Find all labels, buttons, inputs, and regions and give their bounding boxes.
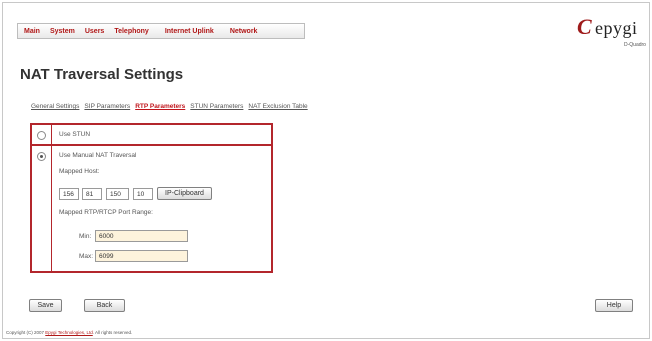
tab-general-settings[interactable]: General Settings [31,103,79,110]
radio-column [32,125,52,144]
port-max-input[interactable] [95,250,188,262]
help-button[interactable]: Help [595,299,633,312]
epygi-logo: C epygi D-Quadro [575,8,652,48]
tab-nat-exclusion-table[interactable]: NAT Exclusion Table [248,103,307,110]
mapped-host-label: Mapped Host: [59,168,100,175]
manual-nat-label: Use Manual NAT Traversal [59,152,137,159]
use-manual-nat-radio[interactable] [37,152,46,161]
use-stun-panel: Use STUN [30,123,273,146]
menu-item-main[interactable]: Main [24,28,40,35]
min-label: Min: [79,233,92,240]
settings-tabs: General Settings SIP Parameters RTP Para… [31,103,308,110]
max-label: Max: [79,253,94,260]
tab-sip-parameters[interactable]: SIP Parameters [84,103,130,110]
logo-tagline: D-Quadro [624,42,646,48]
menu-item-users[interactable]: Users [85,28,104,35]
page-title: NAT Traversal Settings [20,66,184,83]
tab-rtp-parameters[interactable]: RTP Parameters [135,103,185,110]
menu-item-internet-uplink[interactable]: Internet Uplink [165,28,214,35]
logo-swoosh-icon: C [577,14,592,39]
ip-clipboard-button[interactable]: IP-Clipboard [157,187,212,200]
menu-item-telephony[interactable]: Telephony [114,28,148,35]
copyright-prefix: Copyright (C) 2007 [6,330,45,335]
company-link[interactable]: Epygi Technologies, Ltd [45,330,92,335]
mapped-host-octet-1[interactable] [59,188,79,200]
mapped-host-octet-4[interactable] [133,188,153,200]
menu-item-system[interactable]: System [50,28,75,35]
tab-stun-parameters[interactable]: STUN Parameters [190,103,243,110]
radio-column [32,146,52,271]
save-button[interactable]: Save [29,299,62,312]
port-min-input[interactable] [95,230,188,242]
mapped-host-octet-2[interactable] [82,188,102,200]
copyright-suffix: . All rights reserved. [92,330,133,335]
use-stun-label: Use STUN [59,131,91,138]
menu-item-network[interactable]: Network [230,28,258,35]
mapped-host-octet-3[interactable] [106,188,129,200]
main-menu-bar: Main System Users Telephony Internet Upl… [17,23,305,39]
port-range-label: Mapped RTP/RTCP Port Range: [59,209,153,216]
copyright-footer: Copyright (C) 2007 Epygi Technologies, L… [6,330,132,335]
back-button[interactable]: Back [84,299,125,312]
logo-brand: epygi [595,18,638,38]
manual-nat-panel: Use Manual NAT Traversal Mapped Host: IP… [30,146,273,273]
use-stun-radio[interactable] [37,131,46,140]
